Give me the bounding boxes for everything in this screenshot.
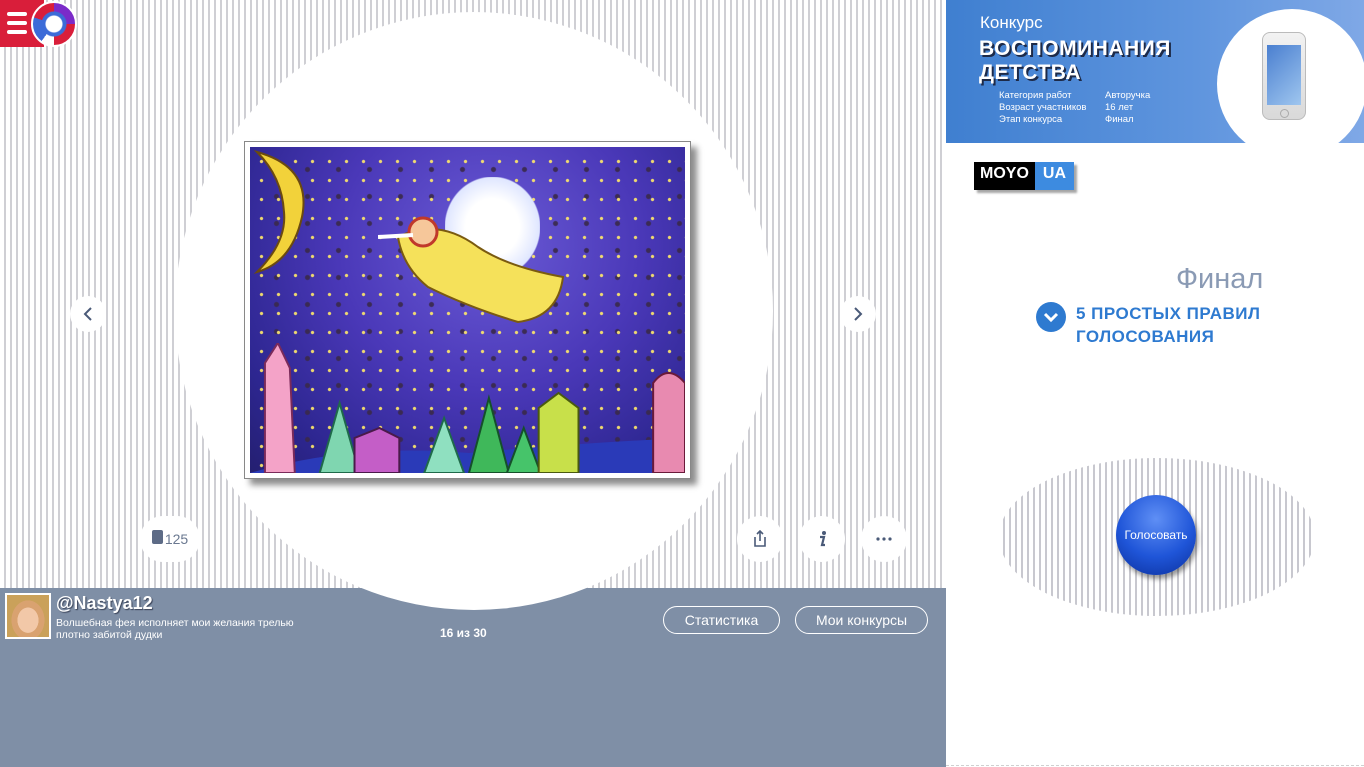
contest-title: ВОСПОМИНАНИЯ ДЕТСТВА: [979, 37, 1171, 85]
info-button[interactable]: [799, 516, 845, 562]
share-icon: [754, 530, 766, 547]
share-button[interactable]: [737, 516, 783, 562]
check-circle-icon: [1036, 302, 1066, 332]
user-name[interactable]: @Nastya12: [56, 593, 153, 614]
site-logo[interactable]: [0, 0, 80, 47]
pager-counter: 16 из 30: [440, 626, 487, 640]
meta-value: 16 лет: [1105, 102, 1134, 113]
likes-count: 125: [164, 531, 189, 547]
sponsor-logo-part1: MOYO: [974, 162, 1035, 190]
meta-row: Категория работ Авторучка: [999, 90, 1150, 102]
meta-row: Возраст участников 16 лет: [999, 102, 1150, 114]
contest-title-line2: ДЕТСТВА: [979, 61, 1082, 84]
chevron-right-icon: [854, 307, 863, 321]
next-button[interactable]: [840, 296, 876, 332]
vote-button[interactable]: Голосовать: [1116, 495, 1196, 575]
more-button[interactable]: [861, 516, 907, 562]
artwork-description: Волшебная фея исполняет мои желания трел…: [56, 617, 294, 641]
likes-button[interactable]: 125: [140, 516, 200, 562]
previous-button[interactable]: [70, 296, 106, 332]
artwork-image: [250, 147, 685, 473]
prize-phone-image: [1262, 32, 1306, 120]
angel-drawing: [378, 216, 565, 324]
divider: [946, 765, 1364, 766]
more-icon: [876, 537, 892, 541]
stats-button[interactable]: Статистика: [663, 606, 780, 634]
moon-drawing: [253, 150, 305, 275]
avatar[interactable]: [5, 593, 51, 639]
chevron-left-icon: [83, 307, 92, 321]
bag-icon: [151, 530, 163, 544]
rules-line1: 5 ПРОСТЫХ ПРАВИЛ: [1076, 304, 1261, 323]
contest-title-line1: ВОСПОМИНАНИЯ: [979, 37, 1171, 60]
meta-key: Возраст участников: [999, 102, 1087, 113]
sponsor-logo[interactable]: MOYO UA: [974, 162, 1074, 190]
meta-value: Авторучка: [1105, 90, 1151, 101]
sponsor-logo-part2: UA: [1034, 162, 1074, 190]
stage-title: Финал: [1176, 263, 1264, 295]
my-contests-button[interactable]: Мои конкурсы: [795, 606, 928, 634]
logo-flower-icon: [31, 1, 77, 47]
rules-line2: ГОЛОСОВАНИЯ: [1076, 327, 1215, 346]
meta-row: Этап конкурса Финал: [999, 114, 1150, 126]
contest-meta: Категория работ Авторучка Возраст участн…: [999, 90, 1150, 126]
village-drawing: [250, 343, 685, 473]
meta-key: Этап конкурса: [999, 114, 1063, 125]
meta-value: Финал: [1105, 114, 1134, 125]
voting-rules-link[interactable]: 5 ПРОСТЫХ ПРАВИЛ ГОЛОСОВАНИЯ: [1036, 302, 1260, 348]
meta-key: Категория работ: [999, 90, 1072, 101]
contest-label: Конкурс: [980, 13, 1043, 32]
artwork-frame[interactable]: [244, 141, 691, 479]
info-icon: [820, 531, 826, 547]
page: 125 @Nastya12 Волшебная фея исполняет мо…: [0, 0, 1364, 767]
